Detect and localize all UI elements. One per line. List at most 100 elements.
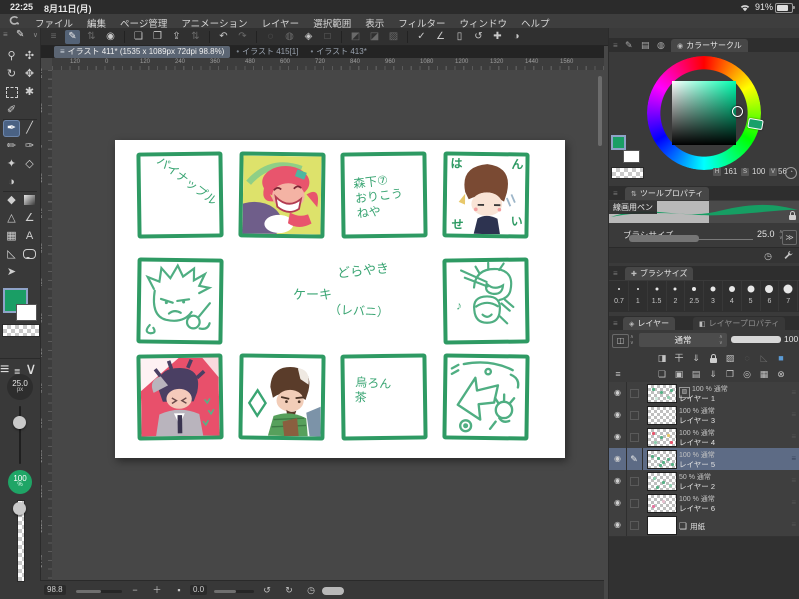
balloon-tool[interactable] — [21, 246, 38, 263]
flip-display-button[interactable]: ◑ — [509, 30, 524, 44]
zoom-out-button[interactable]: − — [128, 584, 142, 596]
background-color-swatch[interactable] — [16, 304, 37, 321]
hand-tool[interactable]: ✣ — [21, 48, 38, 65]
layer-row[interactable]: ◉ 50 % 通常 レイヤー 2 ≡ — [609, 470, 799, 493]
foreground-color-swatch[interactable] — [611, 135, 626, 150]
document-page[interactable]: パイナップル 森下⑦ おりこう ねや は んせ い ♪ 烏ろん茶 どらやき ケーキ （レバニ） — [115, 140, 565, 458]
saturation-value-square[interactable] — [672, 81, 736, 145]
layer-list-menu-icon[interactable]: ≡ — [611, 368, 625, 380]
undo-button[interactable]: ↶ — [216, 30, 231, 44]
background-color-swatch[interactable] — [623, 150, 640, 163]
reference-layer-icon[interactable]: 干 — [672, 352, 686, 364]
layer-thumbnail[interactable] — [647, 516, 677, 535]
layer-thumbnail[interactable] — [647, 450, 677, 469]
move-layer-tool[interactable]: ✥ — [21, 66, 38, 83]
blend-spin-down-icon[interactable]: ∨ — [719, 341, 723, 346]
combine-down-button[interactable]: ❐ — [723, 368, 737, 380]
layer-checkbox[interactable] — [630, 389, 639, 398]
tab-color-circle[interactable]: ◉ カラーサークル — [671, 39, 748, 52]
layer-visible-eye-icon[interactable]: ◉ — [609, 514, 627, 536]
brush-tool[interactable]: ✏ — [3, 138, 20, 155]
delete-layer-button[interactable]: ⊗ — [774, 368, 788, 380]
tool-property-menu-icon[interactable]: ≡ — [613, 189, 618, 198]
brush-size-panel-menu-icon[interactable]: ≡ — [613, 269, 618, 278]
layer-grip-icon[interactable]: ≡ — [791, 382, 796, 404]
tab-layer-property[interactable]: ◧ レイヤープロパティ — [693, 317, 786, 330]
eyedropper-tool[interactable]: ✐ — [3, 102, 20, 119]
layer-visible-eye-icon[interactable]: ◉ — [609, 382, 627, 404]
color-mixing-tab-icon[interactable]: ✎ — [625, 40, 633, 51]
brush-size-preset[interactable]: 1 — [629, 281, 648, 311]
material-palette-button[interactable]: ▯ — [452, 30, 467, 44]
new-canvas-button[interactable]: ❏ — [131, 30, 146, 44]
marquee-select-tool[interactable] — [3, 84, 20, 101]
reset-view-button[interactable]: ◷ — [304, 584, 318, 596]
layer-panel-menu-icon[interactable]: ≡ — [613, 319, 618, 328]
layer-row[interactable]: ◉ ❏ 用紙 ≡ — [609, 514, 799, 537]
layer-visible-eye-icon[interactable]: ◉ — [609, 404, 627, 426]
share-export-button[interactable]: ⇪ — [169, 30, 184, 44]
mesh-transform-button[interactable]: ▨ — [386, 30, 401, 44]
brush-size-preset[interactable]: 1.5 — [648, 281, 667, 311]
frame-border-tool[interactable]: ▦ — [3, 228, 20, 245]
open-file-button[interactable]: ❐ — [150, 30, 165, 44]
brush-size-fill[interactable] — [629, 235, 699, 242]
blend-mode-select[interactable]: 通常 — [639, 333, 727, 347]
export-expander[interactable]: ⇅ — [188, 30, 203, 44]
zoom-in-button[interactable]: ＋ — [150, 584, 164, 596]
slider-menu-icon[interactable]: ≡ — [0, 361, 9, 378]
pen-tool[interactable]: ✒ — [3, 120, 20, 137]
brush-size-preset[interactable]: 6 — [760, 281, 780, 311]
cell-grumpy-sketch[interactable] — [136, 257, 224, 345]
layer-opacity-slider[interactable] — [731, 336, 781, 343]
operation-tool[interactable]: ➤ — [3, 264, 20, 281]
rotate-cw-button[interactable]: ↻ — [282, 584, 296, 596]
airbrush-tool[interactable]: ✑ — [21, 138, 38, 155]
free-transform-button[interactable]: ◪ — [367, 30, 382, 44]
transparent-color-swatch[interactable] — [2, 324, 40, 337]
layer-row[interactable]: ◉ 100 % 通常 レイヤー 3 ≡ — [609, 404, 799, 427]
layer-grip-icon[interactable]: ≡ — [791, 470, 796, 492]
opacity-badge[interactable]: 100 % — [8, 470, 32, 494]
fill-tool[interactable]: ◆ — [3, 192, 20, 209]
combine-spin-down-icon[interactable]: ∨ — [630, 341, 634, 346]
layer-opacity-value[interactable]: 100 — [784, 334, 798, 344]
snap-to-ruler-button[interactable]: ✓ — [414, 30, 429, 44]
brush-size-preset[interactable]: 2 — [666, 281, 686, 311]
create-mask-button[interactable]: ◎ — [740, 368, 754, 380]
layer-color-icon[interactable]: ■ — [774, 352, 788, 364]
layer-visible-eye-icon[interactable]: ◉ — [609, 448, 627, 470]
draft-layer-icon[interactable]: ⇓ — [689, 352, 703, 364]
document-tab[interactable]: ≡ イラスト 411* (1535 x 1089px 72dpi 98.8%) — [54, 46, 231, 58]
document-tab[interactable]: • イラスト 413* — [304, 46, 372, 58]
brush-size-value[interactable]: 25.0 — [757, 229, 775, 239]
new-vector-layer-button[interactable]: ▣ — [672, 368, 686, 380]
sv-cursor[interactable] — [732, 106, 743, 117]
layer-row[interactable]: ◉ ▨ 100 % 通常 レイヤー 1 ≡ — [609, 382, 799, 405]
new-raster-layer-button[interactable]: ❏ — [655, 368, 669, 380]
tool-switch-button[interactable]: ✎ — [65, 30, 80, 44]
brush-size-preset[interactable]: 4 — [723, 281, 742, 311]
opacity-slider-knob[interactable] — [13, 502, 26, 515]
layer-grip-icon[interactable]: ≡ — [791, 426, 796, 448]
brush-size-slider-knob[interactable] — [13, 416, 26, 429]
cell-oolong[interactable]: 烏ろん茶 — [340, 353, 428, 441]
brush-size-preset[interactable]: 7 — [779, 281, 799, 311]
cell-red-grin[interactable] — [238, 151, 326, 239]
palette-color-display-icon[interactable]: ◫ — [612, 334, 629, 348]
eraser-tool[interactable]: ◇ — [21, 156, 38, 173]
tab-layer[interactable]: ◈ レイヤー — [623, 317, 676, 330]
touch-gesture-button[interactable]: ◉ — [103, 30, 118, 44]
canvas-vertical-scrollbar[interactable] — [598, 76, 602, 146]
layer-checkbox[interactable] — [630, 521, 639, 530]
approximate-color-tab-icon[interactable]: ◍ — [657, 40, 665, 51]
new-folder-button[interactable]: ▤ — [689, 368, 703, 380]
decoration-tool[interactable]: ✦ — [3, 156, 20, 173]
brush-size-preset[interactable]: 3 — [704, 281, 723, 311]
brush-size-slider-track[interactable] — [19, 406, 21, 464]
snap-to-special-ruler-button[interactable]: ∠ — [433, 30, 448, 44]
zoom-tool[interactable]: ⚲ — [3, 48, 20, 65]
layer-checkbox[interactable] — [630, 477, 639, 486]
pencil-tool[interactable]: ╱ — [21, 120, 38, 137]
invert-selection-button[interactable]: ◈ — [301, 30, 316, 44]
